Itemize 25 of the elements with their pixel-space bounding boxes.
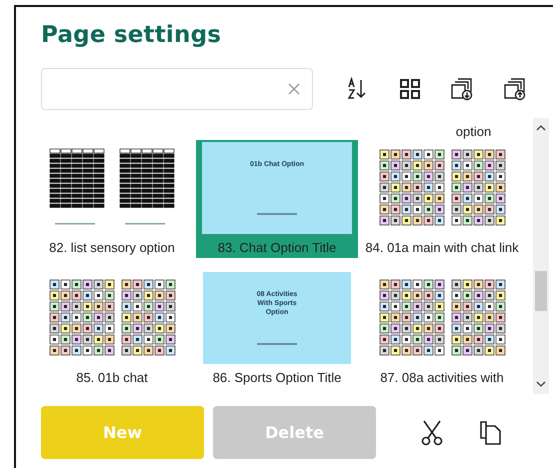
page-label: 87. 08a activities with [380,370,504,386]
page-label: 86. Sports Option Title [212,370,342,386]
copy-icon[interactable] [480,420,502,444]
slide-caption-drawing [257,213,297,216]
scroll-thumb[interactable] [535,271,547,311]
scroll-up-icon[interactable] [536,124,546,131]
clear-icon[interactable] [288,83,300,95]
page-label: option [456,124,492,140]
pages-download-icon[interactable] [450,77,474,101]
page-label: 82. list sensory option [49,240,175,256]
page-label: 84. 01a main with chat link [365,240,519,256]
scroll-down-icon[interactable] [536,381,546,388]
grid-icon[interactable] [399,78,421,100]
page-label: 83. Chat Option Title [218,240,336,256]
page-tile[interactable]: 87. 08a activities with [361,270,523,388]
dialog-title: Page settings [41,21,222,50]
page-label: 85. 01b chat [76,370,148,386]
page-tile[interactable]: 85. 01b chat [31,270,193,388]
page-tile[interactable]: 84. 01a main with chat link [361,140,523,258]
scissors-icon[interactable] [421,420,443,446]
scrollbar[interactable] [533,118,549,394]
pages-upload-icon[interactable] [503,77,527,101]
page-tile[interactable]: 82. list sensory option [31,140,193,258]
search-field[interactable] [41,68,313,110]
slide-caption-drawing [257,343,297,346]
